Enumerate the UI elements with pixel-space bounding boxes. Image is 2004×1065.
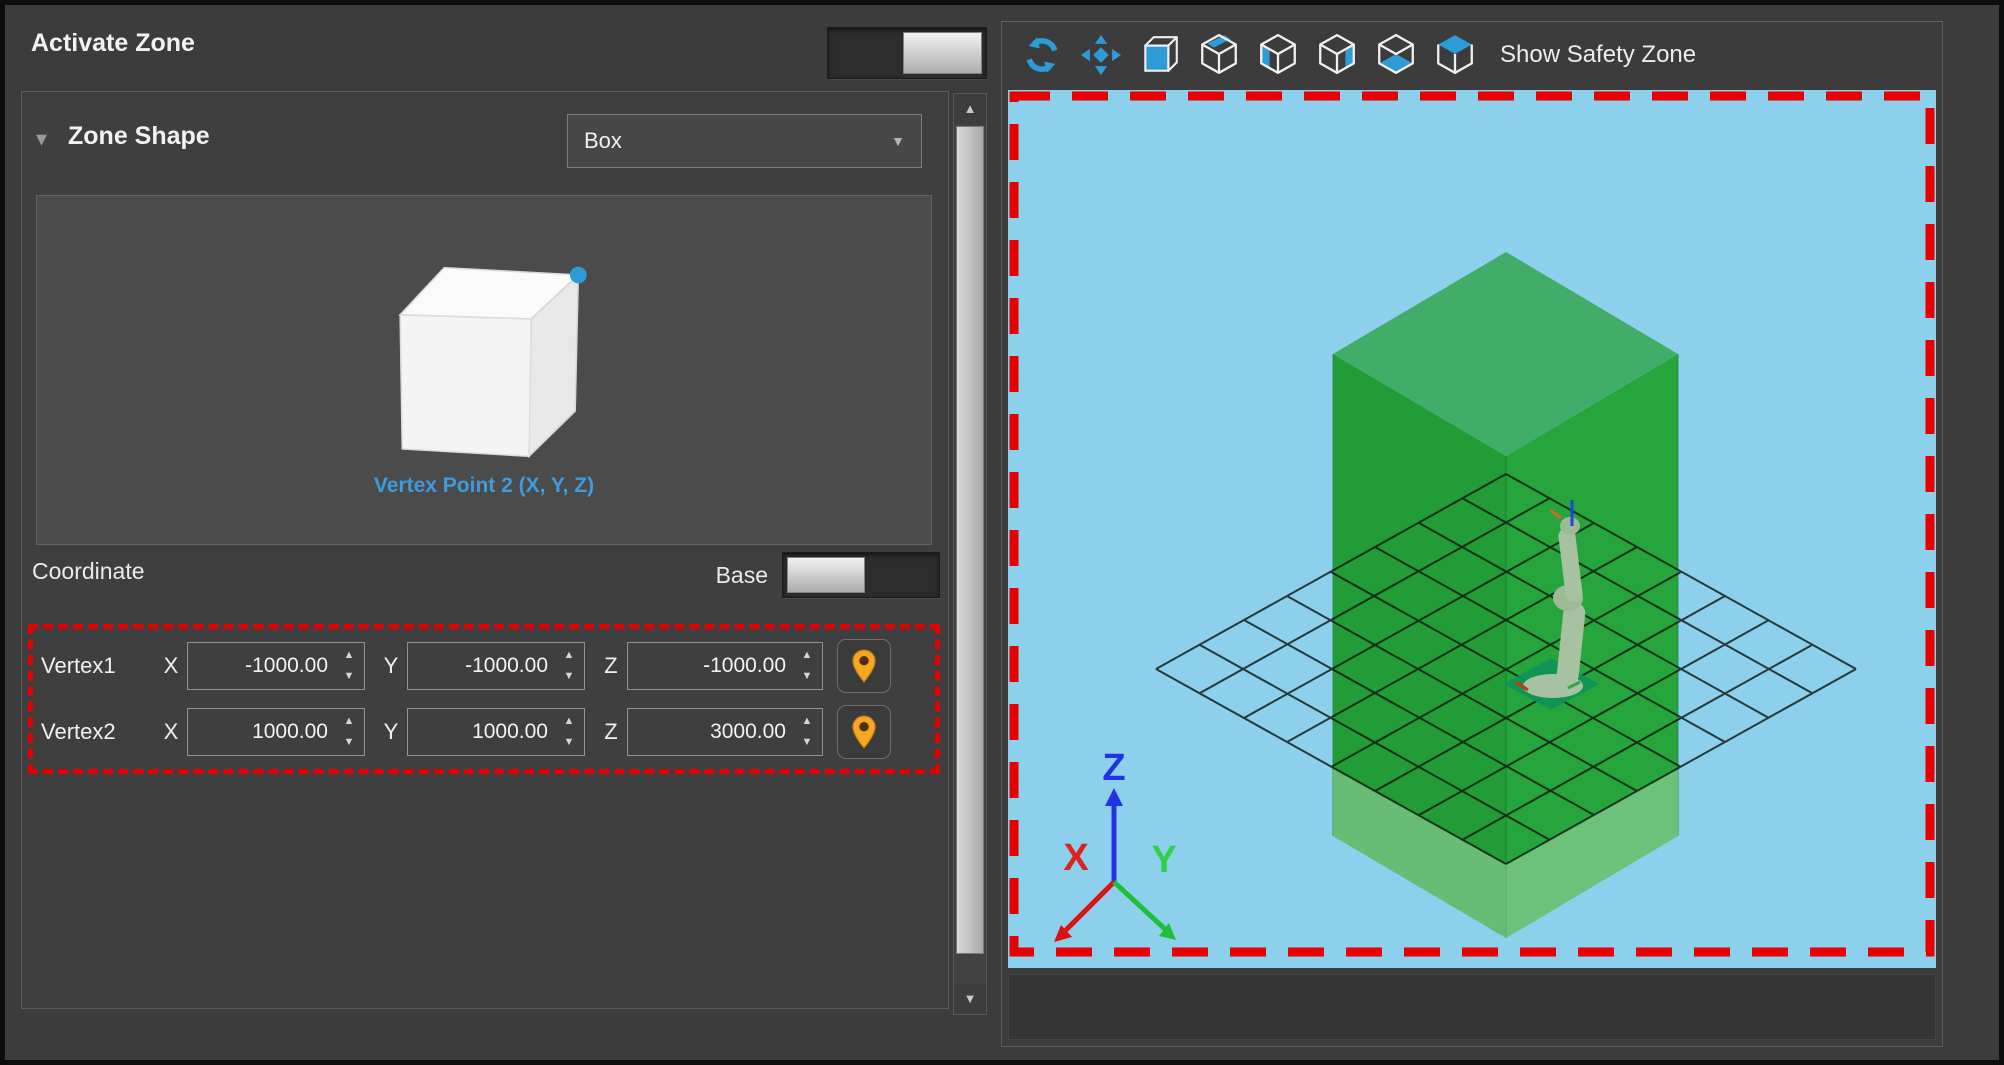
view-left-icon (1258, 33, 1298, 77)
vertex1-row: Vertex1 X ▲▼ Y ▲▼ Z ▲▼ (41, 638, 927, 694)
base-toggle-knob (787, 557, 865, 593)
activate-zone-toggle[interactable] (827, 27, 987, 79)
coordinate-label: Coordinate (32, 558, 145, 585)
y-axis-label: Y (1151, 839, 1176, 881)
zone-settings-group: ▾ Zone Shape Box ▼ Vertex Point 2 (X, Y,… (21, 91, 949, 1009)
vertex1-x-label: X (159, 653, 183, 679)
viewport-bottom-strip (1008, 974, 1936, 1040)
view-bottom-icon (1376, 33, 1416, 77)
vertex1-y-field: ▲▼ (407, 642, 585, 690)
spin-down-button[interactable]: ▼ (794, 732, 820, 753)
collapse-arrow-icon[interactable]: ▾ (36, 126, 47, 152)
vertex2-row: Vertex2 X ▲▼ Y ▲▼ Z ▲▼ (41, 704, 927, 760)
view-top-icon (1435, 33, 1475, 77)
zone-shape-dropdown[interactable]: Box ▼ (567, 114, 922, 168)
box-shape-image (324, 210, 644, 472)
viewport-panel: Show Safety Zone (1001, 21, 1943, 1047)
spin-up-button[interactable]: ▲ (336, 711, 362, 732)
x-axis-label: X (1063, 837, 1089, 879)
spin-up-button[interactable]: ▲ (336, 645, 362, 666)
spin-down-button[interactable]: ▼ (794, 666, 820, 687)
view-front-icon (1140, 33, 1180, 77)
zone-shape-illustration: Vertex Point 2 (X, Y, Z) (36, 195, 932, 545)
view-back-button[interactable] (1197, 33, 1241, 77)
vertex2-x-label: X (159, 719, 183, 745)
vertex2-pick-position-button[interactable] (837, 705, 891, 759)
vertex2-z-field: ▲▼ (627, 708, 823, 756)
safety-zone-window: Activate Zone ▾ Zone Shape Box ▼ Vertex … (0, 0, 2004, 1065)
base-label: Base (716, 562, 768, 589)
vertex2-label: Vertex2 (41, 719, 159, 745)
zone-shape-dropdown-value: Box (584, 128, 622, 154)
vertex2-y-field: ▲▼ (407, 708, 585, 756)
map-pin-icon (851, 715, 877, 749)
vertex1-pick-position-button[interactable] (837, 639, 891, 693)
z-axis-label: Z (1102, 747, 1125, 789)
spin-up-button[interactable]: ▲ (794, 711, 820, 732)
chevron-down-icon: ▼ (891, 133, 905, 149)
viewport-toolbar: Show Safety Zone (1002, 22, 1942, 88)
activate-zone-toggle-knob (903, 32, 982, 74)
view-left-button[interactable] (1256, 33, 1300, 77)
spin-up-button[interactable]: ▲ (556, 645, 582, 666)
scrollbar-up-button[interactable]: ▲ (954, 94, 986, 124)
scrollbar-thumb[interactable] (956, 126, 984, 954)
view-right-button[interactable] (1315, 33, 1359, 77)
base-coordinate-toggle[interactable] (782, 552, 940, 598)
3d-viewport-canvas[interactable]: Z X Y (1008, 90, 1936, 968)
spin-up-button[interactable]: ▲ (556, 711, 582, 732)
rotate-view-icon (1022, 35, 1062, 75)
view-right-icon (1317, 33, 1357, 77)
vertex2-y-label: Y (379, 719, 403, 745)
illustration-caption: Vertex Point 2 (X, Y, Z) (37, 474, 931, 498)
view-bottom-button[interactable] (1374, 33, 1418, 77)
scrollbar-down-button[interactable]: ▼ (954, 984, 986, 1014)
show-safety-zone-label: Show Safety Zone (1500, 41, 1696, 69)
vertex2-z-label: Z (599, 719, 623, 745)
map-pin-icon (851, 649, 877, 683)
pan-view-icon (1081, 35, 1121, 75)
rotate-view-button[interactable] (1020, 33, 1064, 77)
vertex1-x-field: ▲▼ (187, 642, 365, 690)
base-coordinate-group: Base (716, 552, 940, 598)
spin-up-button[interactable]: ▲ (794, 645, 820, 666)
view-top-button[interactable] (1433, 33, 1477, 77)
pan-view-button[interactable] (1079, 33, 1123, 77)
spin-down-button[interactable]: ▼ (556, 732, 582, 753)
page-title: Activate Zone (31, 29, 195, 58)
view-back-icon (1199, 33, 1239, 77)
3d-scene: Z X Y (1008, 90, 1936, 968)
vertex1-z-label: Z (599, 653, 623, 679)
spin-down-button[interactable]: ▼ (336, 666, 362, 687)
vertex2-dot (570, 267, 587, 284)
vertex1-label: Vertex1 (41, 653, 159, 679)
vertex1-z-field: ▲▼ (627, 642, 823, 690)
spin-down-button[interactable]: ▼ (336, 732, 362, 753)
vertex1-y-label: Y (379, 653, 403, 679)
scrollbar-track[interactable]: ▲ ▼ (953, 93, 987, 1015)
zone-shape-label: Zone Shape (68, 122, 210, 151)
spin-down-button[interactable]: ▼ (556, 666, 582, 687)
vertex2-x-field: ▲▼ (187, 708, 365, 756)
view-front-button[interactable] (1138, 33, 1182, 77)
vertex-inputs-highlight: Vertex1 X ▲▼ Y ▲▼ Z ▲▼ (28, 624, 940, 774)
